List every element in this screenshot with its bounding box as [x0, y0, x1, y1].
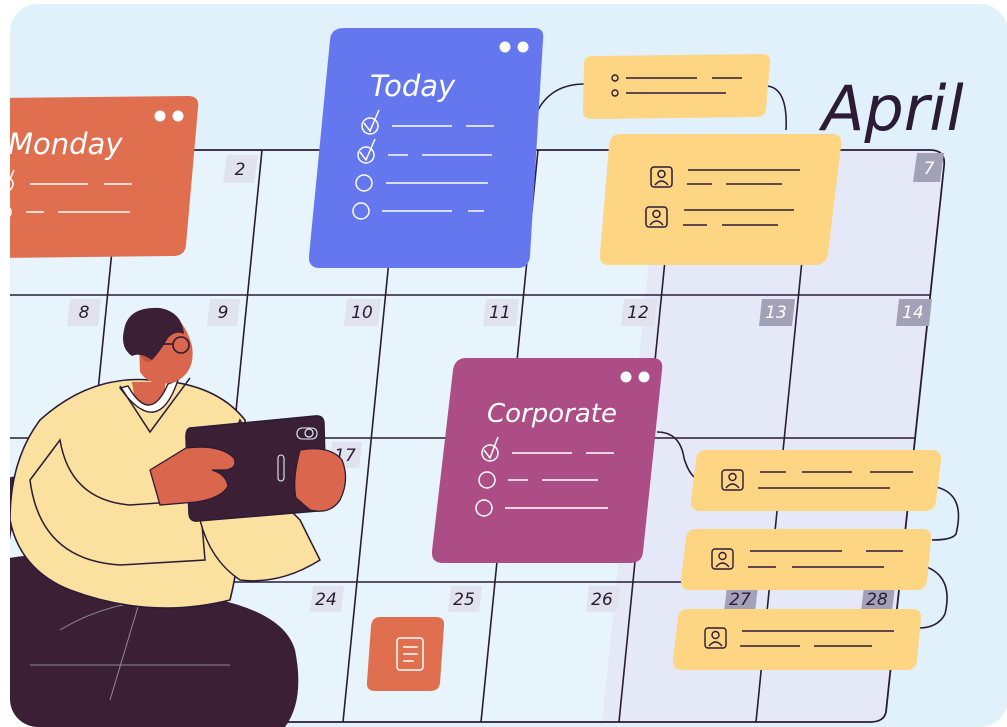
date-9: 9	[207, 299, 240, 326]
date-7: 7	[913, 153, 944, 182]
calendar-planning-illustration: 2 7 8 9 10 11 12 13 14 17 24 25 26 27 28…	[0, 4, 1007, 727]
svg-text:27: 27	[729, 590, 751, 610]
date-25: 25	[448, 586, 482, 612]
svg-text:2: 2	[235, 160, 246, 180]
svg-text:11: 11	[489, 303, 511, 323]
today-card[interactable]: Today	[308, 28, 544, 268]
date-8: 8	[67, 299, 101, 326]
date-13: 13	[759, 299, 795, 326]
svg-text:9: 9	[218, 303, 229, 323]
svg-text:26: 26	[591, 590, 613, 610]
empty-circle-icon	[10, 204, 12, 220]
svg-text:13: 13	[765, 303, 787, 323]
monday-card-title: Monday	[8, 127, 123, 161]
svg-text:12: 12	[627, 303, 649, 323]
document-tile[interactable]	[366, 617, 445, 691]
illustration: 2 7 8 9 10 11 12 13 14 17 24 25 26 27 28…	[0, 0, 1007, 727]
today-card-title: Today	[370, 69, 456, 103]
svg-text:28: 28	[866, 590, 888, 610]
date-10: 10	[344, 299, 381, 326]
corporate-card[interactable]: Corporate	[431, 358, 663, 563]
svg-text:25: 25	[453, 590, 475, 610]
assignees-card[interactable]	[599, 134, 842, 265]
date-11: 11	[483, 299, 519, 326]
note-card[interactable]	[582, 54, 771, 119]
check-circle-icon	[10, 169, 15, 192]
svg-text:24: 24	[315, 590, 337, 610]
corporate-card-title: Corporate	[487, 399, 617, 429]
svg-text:10: 10	[351, 303, 373, 323]
date-12: 12	[621, 299, 657, 326]
monday-card[interactable]: Monday	[0, 96, 199, 258]
task-note-3[interactable]	[672, 609, 922, 670]
date-24: 24	[310, 586, 344, 612]
date-26: 26	[586, 586, 620, 612]
task-note-1[interactable]	[690, 450, 942, 511]
month-title: April	[818, 72, 964, 145]
svg-text:7: 7	[924, 159, 935, 179]
task-note-2[interactable]	[680, 529, 932, 590]
svg-text:14: 14	[902, 303, 924, 323]
svg-text:8: 8	[79, 303, 90, 323]
date-14: 14	[896, 299, 932, 326]
date-2: 2	[223, 155, 258, 183]
